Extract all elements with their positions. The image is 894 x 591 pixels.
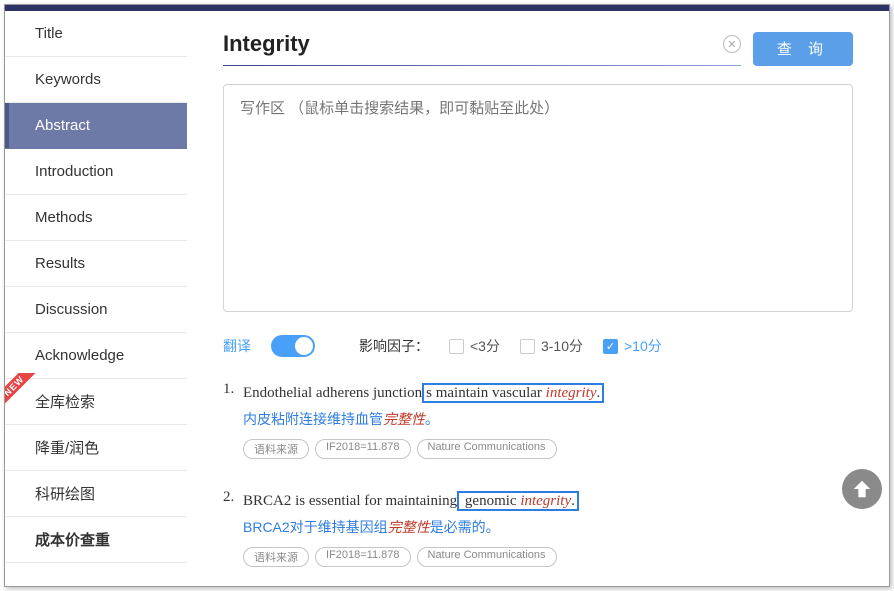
scroll-top-button[interactable] xyxy=(842,469,882,509)
result-row: 1. Endothelial adherens junctions mainta… xyxy=(223,381,853,459)
result-number: 1. xyxy=(223,381,243,459)
if-gt10-checkbox[interactable]: ✓>10分 xyxy=(603,336,662,356)
sidebar-item-keywords[interactable]: Keywords xyxy=(5,57,187,103)
result-english[interactable]: BRCA2 is essential for maintaining genom… xyxy=(243,489,853,513)
search-box: ✕ xyxy=(223,31,741,66)
journal-tag[interactable]: Nature Communications xyxy=(417,547,557,567)
journal-tag[interactable]: Nature Communications xyxy=(417,439,557,459)
sidebar-item-methods[interactable]: Methods xyxy=(5,195,187,241)
result-number: 2. xyxy=(223,489,243,567)
result-chinese: BRCA2对于维持基因组完整性是必需的。 xyxy=(243,517,853,537)
sidebar-item-discussion[interactable]: Discussion xyxy=(5,287,187,333)
filter-row: 翻译 影响因子： <3分 3-10分 ✓>10分 xyxy=(223,335,853,357)
sidebar-item-costcheck[interactable]: 成本价查重 xyxy=(5,517,187,563)
result-chinese: 内皮粘附连接维持血管完整性。 xyxy=(243,409,853,429)
sidebar-item-results[interactable]: Results xyxy=(5,241,187,287)
result-english[interactable]: Endothelial adherens junctions maintain … xyxy=(243,381,853,405)
sidebar-item-acknowledge[interactable]: Acknowledge xyxy=(5,333,187,379)
writing-area[interactable] xyxy=(223,84,853,312)
translate-label: 翻译 xyxy=(223,336,251,356)
if-3to10-checkbox[interactable]: 3-10分 xyxy=(520,336,583,356)
main-panel: ✕ 查 询 翻译 影响因子： <3分 3-10分 ✓>10分 1. Endoth… xyxy=(187,11,889,586)
sidebar-item-polish[interactable]: 降重/润色 xyxy=(5,425,187,471)
search-input[interactable] xyxy=(223,31,723,57)
source-tag[interactable]: 语料来源 xyxy=(243,439,309,459)
new-badge: NEW xyxy=(5,373,39,413)
if-tag: IF2018=11.878 xyxy=(315,547,411,567)
query-button[interactable]: 查 询 xyxy=(753,32,853,66)
sidebar-item-scidraw[interactable]: 科研绘图 xyxy=(5,471,187,517)
if-tag: IF2018=11.878 xyxy=(315,439,411,459)
sidebar-item-abstract[interactable]: Abstract xyxy=(5,103,187,149)
sidebar-item-fullsearch[interactable]: NEW全库检索 xyxy=(5,379,187,425)
result-row: 2. BRCA2 is essential for maintaining ge… xyxy=(223,489,853,567)
sidebar: Title Keywords Abstract Introduction Met… xyxy=(5,11,187,586)
clear-icon[interactable]: ✕ xyxy=(723,35,741,53)
arrow-up-icon xyxy=(851,478,873,500)
if-lt3-checkbox[interactable]: <3分 xyxy=(449,336,500,356)
translate-toggle[interactable] xyxy=(271,335,315,357)
source-tag[interactable]: 语料来源 xyxy=(243,547,309,567)
sidebar-item-title[interactable]: Title xyxy=(5,11,187,57)
sidebar-item-introduction[interactable]: Introduction xyxy=(5,149,187,195)
impact-factor-label: 影响因子： xyxy=(359,336,429,356)
